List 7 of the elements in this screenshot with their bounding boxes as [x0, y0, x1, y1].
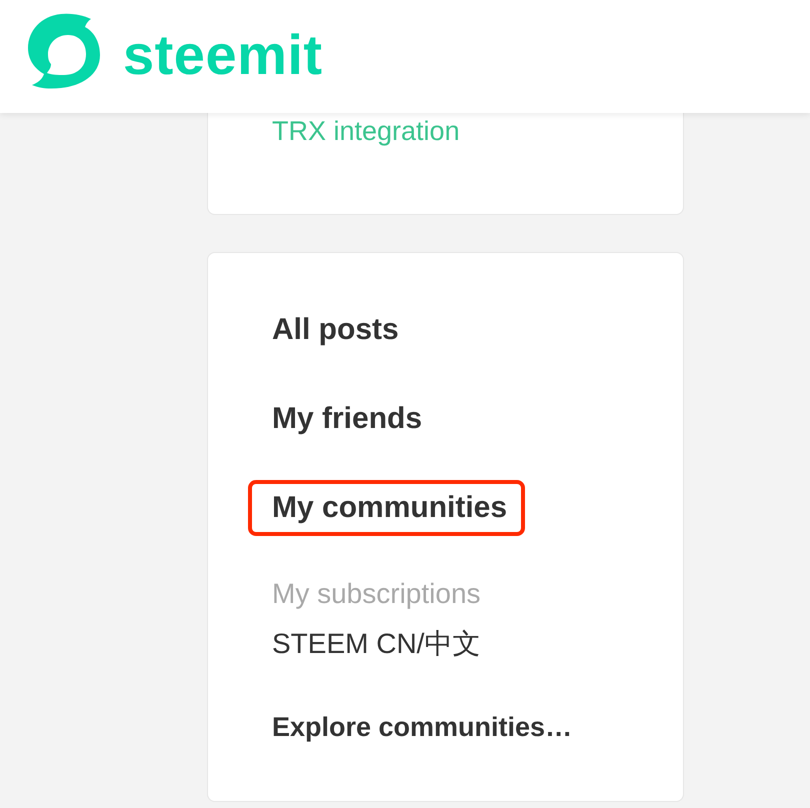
subscriptions-heading: My subscriptions — [272, 577, 481, 611]
speech-bubble-logo-icon[interactable] — [27, 13, 101, 89]
nav-link[interactable]: My friends — [272, 401, 422, 437]
explore-communities-link[interactable]: Explore communities… — [272, 710, 572, 744]
community-link[interactable]: STEEM CN/中文 — [272, 627, 480, 661]
highlighted-nav-link[interactable]: My communities — [248, 480, 526, 536]
nav-link[interactable]: All posts — [272, 312, 399, 348]
